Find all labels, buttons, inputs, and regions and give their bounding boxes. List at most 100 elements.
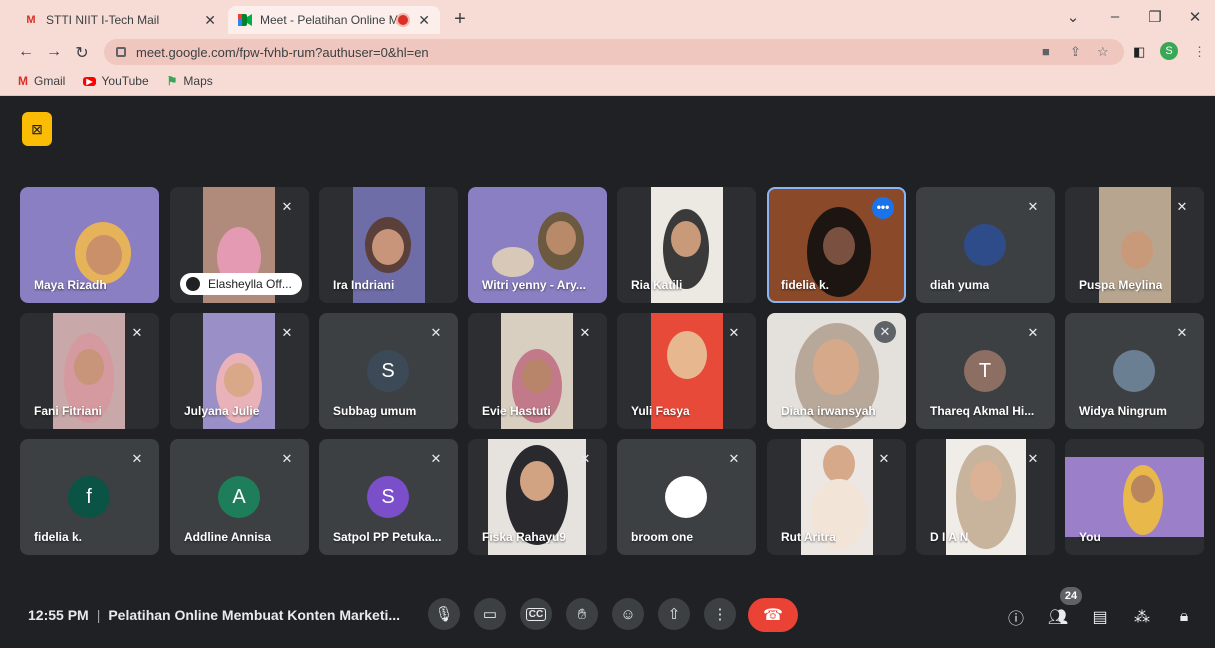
- avatar: [964, 224, 1006, 266]
- menu-dots-icon[interactable]: ⋮: [1193, 44, 1206, 60]
- participant-tile[interactable]: ••• fidelia k.: [767, 187, 906, 303]
- participant-tile[interactable]: Ria Katili: [617, 187, 756, 303]
- forward-button[interactable]: →: [44, 43, 64, 61]
- captions-icon: CC: [525, 607, 547, 621]
- bookmark-gmail[interactable]: M Gmail: [18, 74, 65, 88]
- camera-button[interactable]: ▭: [474, 598, 506, 630]
- close-window-button[interactable]: ✕: [1180, 8, 1210, 26]
- participant-tile[interactable]: ✕ Diana irwansyah: [767, 313, 906, 429]
- mic-off-icon: ✕: [579, 451, 591, 466]
- bookmark-youtube[interactable]: ▶ YouTube: [83, 74, 149, 88]
- participant-tile[interactable]: Ira Indriani: [319, 187, 458, 303]
- participant-tile[interactable]: ✕ diah yuma: [916, 187, 1055, 303]
- participant-name: Evie Hastuti: [482, 404, 551, 418]
- reactions-button[interactable]: ☺: [612, 598, 644, 630]
- info-icon: ⓘ: [1007, 611, 1024, 628]
- gmail-icon: M: [26, 14, 36, 26]
- recording-indicator-icon: [398, 15, 409, 25]
- tab-meet[interactable]: Meet - Pelatihan Online Mem ✕: [228, 6, 440, 34]
- meeting-details-button[interactable]: ⓘ: [1004, 605, 1028, 629]
- people-button[interactable]: 👥︎: [1046, 605, 1070, 629]
- call-end-icon: ☎︎: [763, 607, 783, 624]
- bookmark-star-icon[interactable]: ☆: [1097, 44, 1109, 60]
- address-bar[interactable]: meet.google.com/fpw-fvhb-rum?authuser=0&…: [104, 39, 1124, 65]
- youtube-icon: ▶: [83, 76, 96, 86]
- participant-tile[interactable]: ✕ broom one: [617, 439, 756, 555]
- avatar: [1113, 350, 1155, 392]
- participant-tile[interactable]: ✕ Julyana Julie: [170, 313, 309, 429]
- tab-search-icon[interactable]: ⌄: [1058, 8, 1088, 26]
- more-options-button[interactable]: ⋮: [704, 598, 736, 630]
- participant-tile[interactable]: Witri yenny - Ary...: [468, 187, 607, 303]
- raise-hand-button[interactable]: ✋︎: [566, 598, 598, 630]
- participant-name: diah yuma: [930, 278, 990, 292]
- participant-name: broom one: [631, 530, 693, 544]
- chat-button[interactable]: ▤: [1088, 605, 1112, 629]
- mic-off-icon: ✕: [131, 451, 143, 466]
- avatar: T: [964, 350, 1006, 392]
- reload-button[interactable]: ↻: [72, 43, 92, 63]
- bookmark-maps[interactable]: ⚑ Maps: [167, 74, 213, 88]
- participant-tile[interactable]: You: [1065, 439, 1204, 555]
- emoji-icon: ☺: [620, 605, 636, 623]
- avatar: [665, 476, 707, 518]
- participant-tile[interactable]: ✕ Elasheylla Off...: [170, 187, 309, 303]
- mic-off-icon: ✕: [579, 325, 591, 340]
- gmail-icon: M: [18, 74, 28, 88]
- minimize-button[interactable]: –: [1100, 8, 1130, 25]
- participant-name: D I A N: [930, 530, 969, 544]
- more-vert-icon: ⋮: [712, 606, 728, 623]
- meet-icon: [238, 13, 252, 27]
- activities-button[interactable]: ⁂: [1130, 605, 1154, 629]
- profile-avatar[interactable]: S: [1160, 42, 1178, 60]
- captions-button[interactable]: CC: [520, 598, 552, 630]
- mic-off-icon: ✕: [878, 451, 890, 466]
- activities-icon: ⁂: [1134, 609, 1150, 626]
- more-options-button[interactable]: •••: [872, 197, 894, 219]
- participant-tile[interactable]: ✕ D I A N: [916, 439, 1055, 555]
- side-panel-icon[interactable]: ◧: [1133, 44, 1145, 60]
- participant-name: Maya Rizadh: [34, 278, 107, 292]
- participant-tile[interactable]: Maya Rizadh: [20, 187, 159, 303]
- leave-call-button[interactable]: ☎︎: [748, 598, 798, 632]
- tab-mail[interactable]: M STTI NIIT I-Tech Mail ✕: [14, 6, 226, 34]
- microphone-button[interactable]: 🎙︎: [428, 598, 460, 630]
- participant-tile[interactable]: ✕ Rut Aritra: [767, 439, 906, 555]
- lock-icon: [116, 47, 126, 57]
- participant-name: Ria Katili: [631, 278, 683, 292]
- participant-tile[interactable]: ✕ Fiska Rahayu9: [468, 439, 607, 555]
- bookmarks-bar: M Gmail ▶ YouTube ⚑ Maps: [0, 70, 213, 92]
- participant-tile[interactable]: S ✕ Subbag umum: [319, 313, 458, 429]
- back-button[interactable]: ←: [16, 43, 36, 61]
- host-controls-icon[interactable]: ⊠: [22, 112, 52, 146]
- close-icon[interactable]: ✕: [204, 12, 216, 29]
- mic-icon: 🎙︎: [434, 606, 454, 623]
- participant-tile[interactable]: f ✕ fidelia k.: [20, 439, 159, 555]
- videocam-icon: ▭: [482, 606, 498, 623]
- host-controls-button[interactable]: 🔒︎: [1172, 605, 1196, 629]
- avatar: S: [367, 476, 409, 518]
- participant-tile[interactable]: ✕ Puspa Meylina: [1065, 187, 1204, 303]
- participant-tile[interactable]: ✕ Yuli Fasya: [617, 313, 756, 429]
- participant-tile[interactable]: T ✕ Thareq Akmal Hi...: [916, 313, 1055, 429]
- participant-tile[interactable]: ✕ Fani Fitriani: [20, 313, 159, 429]
- mic-off-icon: ✕: [1176, 325, 1188, 340]
- close-icon[interactable]: ✕: [418, 12, 430, 29]
- participant-tile[interactable]: ✕ Evie Hastuti: [468, 313, 607, 429]
- participant-name: Yuli Fasya: [631, 404, 690, 418]
- present-button[interactable]: ⇧: [658, 598, 690, 630]
- mic-off-icon: ✕: [131, 325, 143, 340]
- participant-tile[interactable]: A ✕ Addline Annisa: [170, 439, 309, 555]
- participant-name: Fiska Rahayu9: [482, 530, 567, 544]
- tab-title: STTI NIIT I-Tech Mail: [46, 13, 160, 27]
- participant-name: Julyana Julie: [184, 404, 260, 418]
- camera-icon[interactable]: ■: [1042, 44, 1050, 59]
- avatar: f: [68, 476, 110, 518]
- new-tab-button[interactable]: +: [448, 8, 472, 31]
- participant-name: You: [1079, 530, 1101, 544]
- participant-tile[interactable]: ✕ Widya Ningrum: [1065, 313, 1204, 429]
- meeting-time: 12:55 PM: [28, 607, 89, 623]
- restore-button[interactable]: ❐: [1140, 8, 1170, 26]
- share-icon[interactable]: ⇪: [1070, 44, 1081, 60]
- participant-tile[interactable]: S ✕ Satpol PP Petuka...: [319, 439, 458, 555]
